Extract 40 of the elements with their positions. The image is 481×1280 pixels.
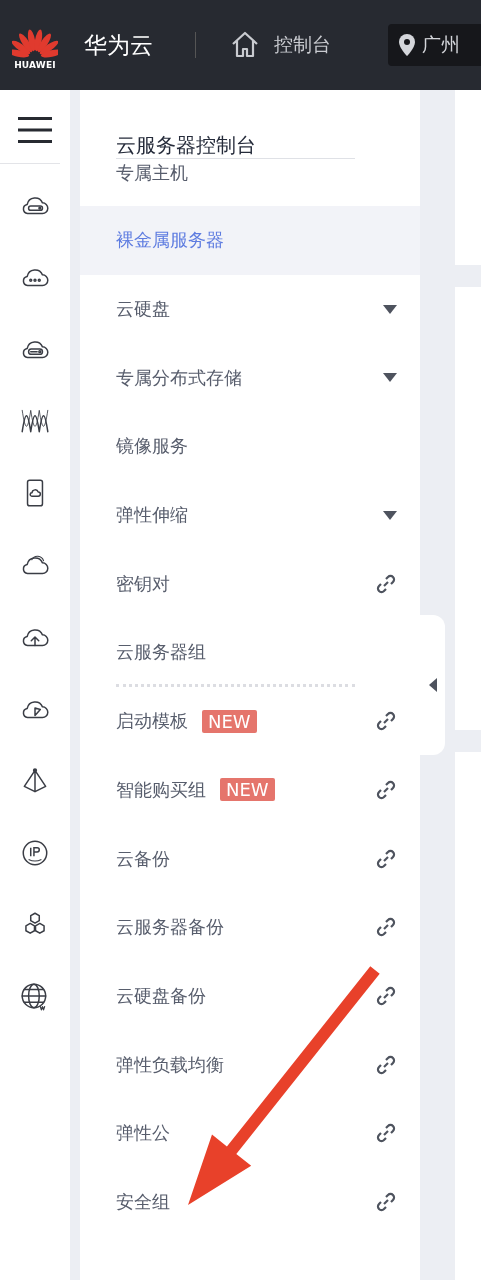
menu-item[interactable]: 弹性公: [80, 1098, 420, 1168]
menu-item[interactable]: 云硬盘: [80, 274, 420, 344]
new-badge: NEW: [220, 778, 275, 802]
home-icon[interactable]: [230, 30, 260, 60]
menu-item[interactable]: 智能购买组 NEW: [80, 755, 420, 825]
link-icon[interactable]: [375, 1122, 397, 1145]
caret-icon[interactable]: [383, 510, 397, 520]
menu-item[interactable]: 启动模板 NEW: [80, 686, 420, 756]
menu-item[interactable]: 专属分布式存储: [80, 343, 420, 413]
link-icon[interactable]: [375, 778, 397, 801]
link-icon[interactable]: [375, 847, 397, 870]
logo-text: HUAWEI: [14, 60, 56, 70]
caret-icon[interactable]: [383, 304, 397, 314]
new-badge: NEW: [202, 709, 257, 733]
brand-name[interactable]: 华为云: [84, 29, 153, 61]
menu-item[interactable]: 弹性负载均衡: [80, 1030, 420, 1099]
menu-item[interactable]: 云备份: [80, 824, 420, 893]
link-icon[interactable]: [375, 1053, 397, 1076]
link-icon[interactable]: [375, 984, 397, 1007]
region-selector[interactable]: 广州: [388, 24, 481, 66]
menu-item[interactable]: 裸金属服务器: [80, 206, 420, 275]
menu-item[interactable]: 密钥对: [80, 549, 420, 619]
collapse-handle[interactable]: [420, 615, 445, 755]
link-icon[interactable]: [375, 710, 397, 733]
link-icon[interactable]: [375, 572, 397, 595]
caret-icon[interactable]: [383, 373, 397, 383]
console-link[interactable]: 控制台: [274, 32, 331, 58]
menu-item[interactable]: 云服务器备份: [80, 892, 420, 962]
menu-item[interactable]: 镜像服务: [80, 412, 420, 481]
link-icon[interactable]: [375, 1190, 397, 1213]
menu-item[interactable]: 云硬盘备份: [80, 961, 420, 1031]
menu-icon[interactable]: [18, 115, 52, 145]
caret-icon: [428, 678, 437, 692]
menu-item[interactable]: 弹性伸缩: [80, 480, 420, 550]
menu-item[interactable]: 云服务器组: [80, 618, 420, 687]
link-icon[interactable]: [375, 916, 397, 939]
menu-item[interactable]: 安全组: [80, 1167, 420, 1237]
location-pin-icon: [398, 34, 416, 56]
menu-item[interactable]: 专属主机: [80, 159, 420, 206]
menu-title: 云服务器控制台: [115, 132, 257, 158]
